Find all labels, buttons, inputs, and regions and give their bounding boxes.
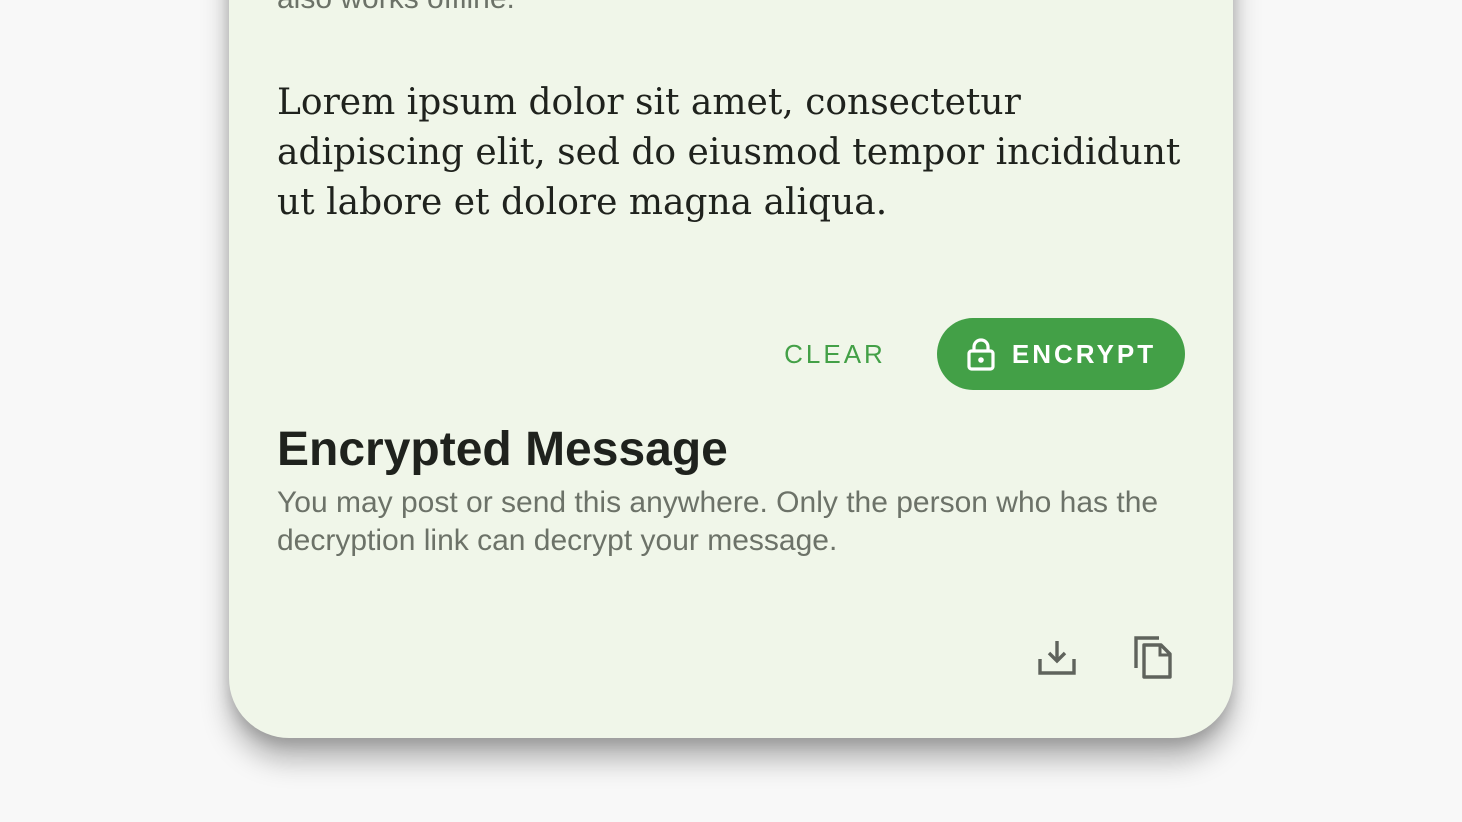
encrypt-button[interactable]: ENCRYPT	[937, 318, 1185, 390]
encrypted-message-description: You may post or send this anywhere. Only…	[277, 486, 1159, 557]
encrypt-card: also works offline. Lorem ipsum dolor si…	[229, 0, 1233, 738]
clear-button[interactable]: CLEAR	[767, 318, 903, 390]
copy-icon	[1132, 634, 1174, 683]
message-input[interactable]: Lorem ipsum dolor sit amet, consectetur …	[277, 78, 1187, 238]
encrypted-message-title: Encrypted Message	[277, 423, 728, 476]
lock-icon	[966, 337, 996, 371]
download-icon	[1037, 637, 1077, 680]
encrypt-button-label: ENCRYPT	[1011, 338, 1157, 369]
intro-text: also works offline.	[277, 0, 1177, 18]
copy-button[interactable]	[1125, 630, 1181, 686]
download-button[interactable]	[1029, 630, 1085, 686]
